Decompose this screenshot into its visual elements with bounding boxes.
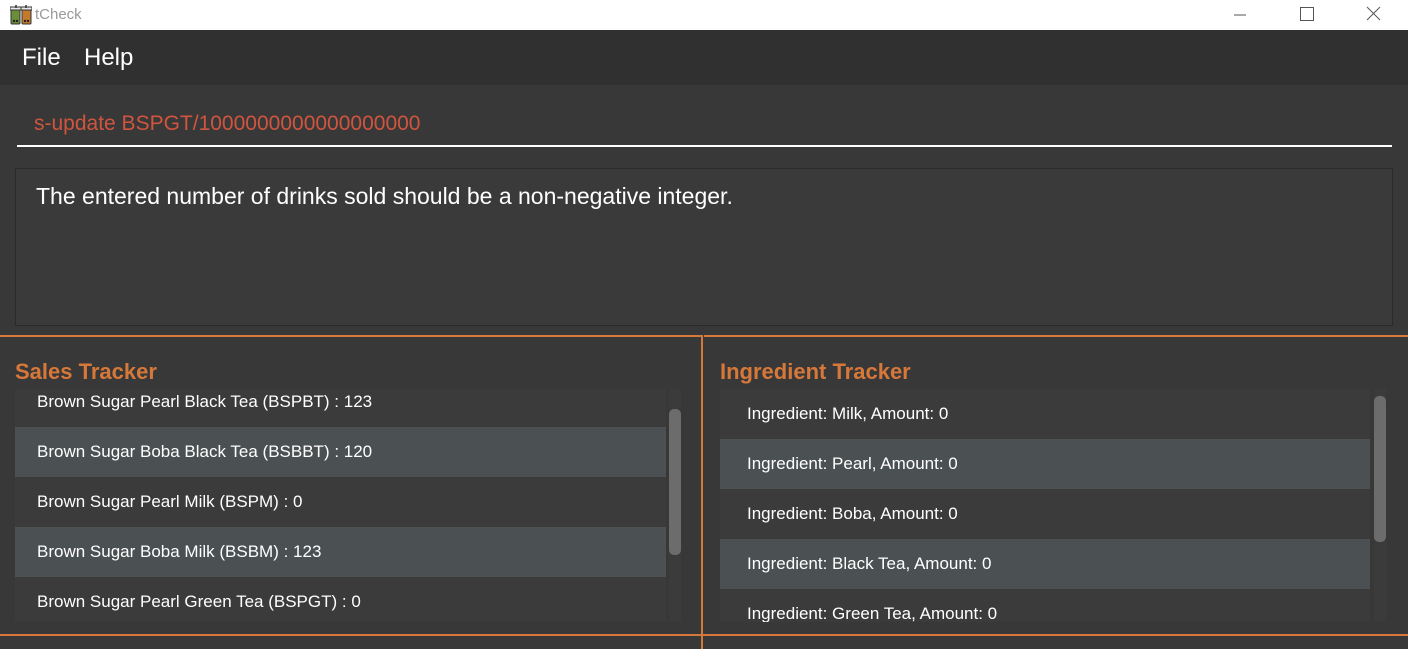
sales-scrollbar[interactable] bbox=[669, 389, 681, 622]
ingredient-list-item[interactable]: Ingredient: Black Tea, Amount: 0 bbox=[720, 539, 1370, 589]
window-title: tCheck bbox=[35, 6, 82, 23]
sales-scrollbar-thumb[interactable] bbox=[669, 409, 681, 555]
minimize-button[interactable] bbox=[1216, 0, 1262, 30]
panel-divider bbox=[0, 634, 1408, 636]
menu-bar: File Help bbox=[0, 30, 1408, 85]
ingredient-list-item[interactable]: Ingredient: Green Tea, Amount: 0 bbox=[720, 589, 1370, 622]
menu-file[interactable]: File bbox=[22, 44, 61, 72]
bubble-tea-icon bbox=[10, 5, 32, 25]
ingredient-tracker-title: Ingredient Tracker bbox=[720, 359, 911, 384]
sales-list-item[interactable]: Brown Sugar Pearl Black Tea (BSPBT) : 12… bbox=[15, 389, 666, 427]
maximize-icon bbox=[1300, 7, 1314, 21]
ingredient-scrollbar[interactable] bbox=[1374, 389, 1386, 622]
ingredient-list[interactable]: Ingredient: Milk, Amount: 0 Ingredient: … bbox=[720, 389, 1370, 622]
ingredient-tracker-panel: Ingredient Tracker Ingredient: Milk, Amo… bbox=[704, 335, 1408, 649]
sales-list-item[interactable]: Brown Sugar Pearl Green Tea (BSPGT) : 0 bbox=[15, 577, 666, 622]
sales-list-item[interactable]: Brown Sugar Boba Black Tea (BSBBT) : 120 bbox=[15, 427, 666, 477]
command-box bbox=[0, 85, 1408, 160]
close-icon bbox=[1366, 6, 1381, 21]
sales-tracker-title: Sales Tracker bbox=[15, 359, 157, 384]
result-display: The entered number of drinks sold should… bbox=[15, 168, 1393, 326]
close-button[interactable] bbox=[1350, 0, 1396, 30]
minimize-icon bbox=[1234, 14, 1246, 16]
sales-list-item[interactable]: Brown Sugar Boba Milk (BSBM) : 123 bbox=[15, 527, 666, 577]
ingredient-list-item[interactable]: Ingredient: Milk, Amount: 0 bbox=[720, 389, 1370, 439]
command-input[interactable] bbox=[17, 103, 1392, 147]
sales-tracker-panel: Sales Tracker Brown Sugar Pearl Black Te… bbox=[0, 335, 703, 649]
ingredient-scrollbar-thumb[interactable] bbox=[1374, 396, 1386, 542]
ingredient-list-item[interactable]: Ingredient: Pearl, Amount: 0 bbox=[720, 439, 1370, 489]
title-bar: tCheck bbox=[0, 0, 1408, 30]
result-message: The entered number of drinks sold should… bbox=[36, 183, 733, 209]
menu-help[interactable]: Help bbox=[84, 44, 133, 72]
sales-list-item[interactable]: Brown Sugar Pearl Milk (BSPM) : 0 bbox=[15, 477, 666, 527]
ingredient-list-item[interactable]: Ingredient: Boba, Amount: 0 bbox=[720, 489, 1370, 539]
maximize-button[interactable] bbox=[1283, 0, 1329, 30]
sales-list[interactable]: Brown Sugar Pearl Black Tea (BSPBT) : 12… bbox=[15, 389, 666, 622]
